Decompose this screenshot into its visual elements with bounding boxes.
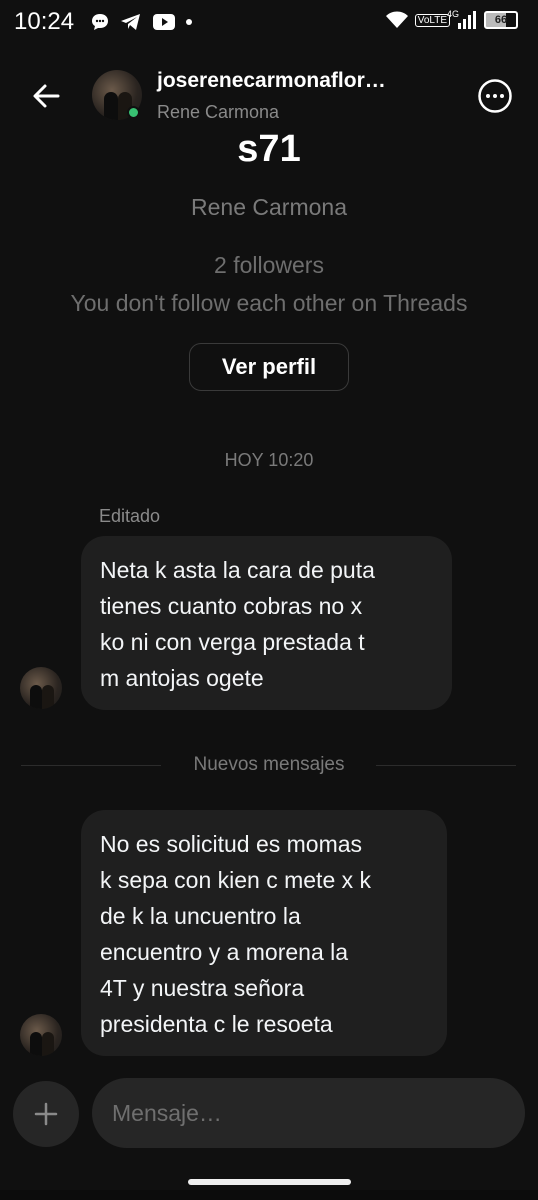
volte-badge: VoLTE 4G xyxy=(414,9,459,27)
notification-icons xyxy=(90,12,192,32)
message-bubble[interactable]: No es solicitud es momas k sepa con kien… xyxy=(81,810,447,1056)
message-timestamp: HOY 10:20 xyxy=(224,450,314,470)
profile-name: s71 xyxy=(237,128,301,170)
wifi-icon xyxy=(385,11,408,28)
signal-icon xyxy=(458,11,476,29)
message-composer xyxy=(0,1076,538,1152)
add-attachment-button[interactable] xyxy=(13,1081,79,1147)
bottom-edge xyxy=(0,1190,538,1200)
chat-bubble-icon xyxy=(92,14,108,30)
thread-header: joserenecarmonaflor… Rene Carmona xyxy=(0,60,538,132)
mutual-follow-status: You don't follow each other on Threads xyxy=(70,290,468,316)
profile-full-name: Rene Carmona xyxy=(191,194,347,220)
battery-icon: 66 xyxy=(484,11,518,29)
edited-label: Editado xyxy=(99,506,161,526)
online-status-dot xyxy=(127,106,140,119)
youtube-icon xyxy=(153,14,175,30)
message-input[interactable] xyxy=(92,1078,525,1148)
header-username[interactable]: joserenecarmonaflor… xyxy=(157,69,386,93)
followers-count: 2 followers xyxy=(214,252,324,278)
header-subtitle: Rene Carmona xyxy=(157,102,280,122)
status-time: 10:24 xyxy=(14,8,75,35)
view-profile-button[interactable]: Ver perfil xyxy=(189,343,349,391)
plus-icon xyxy=(34,1102,58,1126)
more-notifications-dot-icon xyxy=(186,19,192,25)
home-indicator[interactable] xyxy=(188,1179,351,1185)
system-icons: VoLTE 4G 66 xyxy=(385,9,518,30)
back-arrow-icon[interactable] xyxy=(28,78,64,114)
status-bar: 10:24 VoLTE 4G 66 xyxy=(0,0,538,48)
message-bubble[interactable]: Neta k asta la cara de puta tienes cuant… xyxy=(81,536,452,710)
telegram-icon xyxy=(121,14,140,30)
sender-avatar[interactable] xyxy=(20,1014,62,1056)
divider-line-right xyxy=(376,765,516,766)
more-options-icon[interactable] xyxy=(477,78,513,114)
sender-avatar[interactable] xyxy=(20,667,62,709)
